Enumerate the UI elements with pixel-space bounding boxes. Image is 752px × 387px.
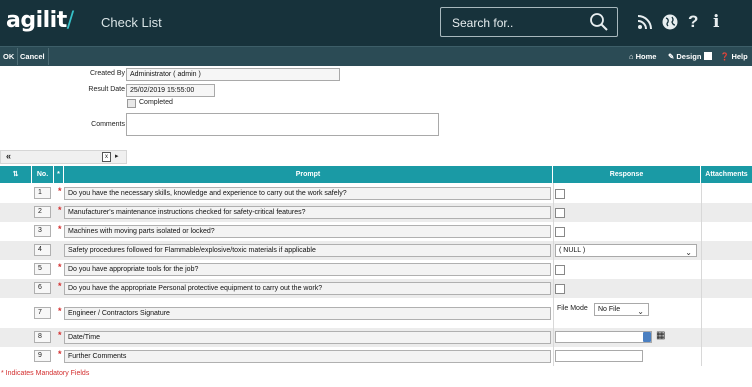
calendar-icon[interactable]: ▦ — [656, 330, 665, 341]
row-number: 1 — [34, 187, 51, 199]
home-button[interactable]: ⌂ Home — [629, 48, 656, 65]
mandatory-marker: * — [58, 205, 62, 215]
table-row: 5 * Do you have appropriate tools for the … — [0, 260, 752, 279]
row-number: 7 — [34, 307, 51, 319]
table-row: 8 * Date/Time ▦ — [0, 328, 752, 347]
action-toolbar: OK Cancel ⌂ Home ✎ Design ❓ Help — [0, 46, 752, 66]
search-input[interactable]: Search for.. — [452, 16, 513, 30]
globe-icon[interactable] — [661, 13, 679, 31]
table-row: 3 * Machines with moving parts isolated or… — [0, 222, 752, 241]
rss-icon[interactable] — [636, 13, 654, 31]
completed-label: Completed — [139, 99, 173, 106]
file-mode-label: File Mode — [557, 305, 588, 312]
row-number: 6 — [34, 282, 51, 294]
grid-toolbar: « x ▸ — [0, 150, 127, 164]
row-number: 2 — [34, 206, 51, 218]
table-row: 6 * Do you have the appropriate Personal p… — [0, 279, 752, 298]
response-select[interactable]: ( NULL ) ⌄ — [555, 244, 697, 257]
column-prompt[interactable]: Prompt — [64, 166, 553, 183]
response-select-value: ( NULL ) — [559, 247, 586, 254]
column-attachments[interactable]: Attachments — [701, 166, 752, 183]
chevron-down-icon: ⌄ — [685, 248, 692, 257]
app-header: agilit/ Check List Search for.. ? i — [0, 0, 752, 46]
row-number: 4 — [34, 244, 51, 256]
chevron-down-icon: ⌄ — [637, 307, 644, 316]
design-button[interactable]: ✎ Design — [668, 48, 712, 65]
mandatory-marker: * — [58, 262, 62, 272]
result-date-label: Result Date — [88, 86, 125, 93]
row-number: 5 — [34, 263, 51, 275]
column-divider — [701, 183, 702, 366]
created-by-field[interactable]: Administrator ( admin ) — [126, 68, 340, 81]
table-row: 2 * Manufacturer's maintenance instruction… — [0, 203, 752, 222]
cancel-button[interactable]: Cancel — [17, 48, 49, 65]
column-mandatory[interactable]: * — [54, 166, 64, 183]
home-icon: ⌂ — [629, 52, 634, 61]
wrench-icon: ✎ — [668, 52, 675, 61]
response-checkbox[interactable] — [555, 284, 565, 294]
mandatory-marker: * — [58, 186, 62, 196]
column-divider — [553, 183, 554, 366]
table-row: 9 * Further Comments — [0, 347, 752, 366]
prompt-text: Do you have the appropriate Personal pro… — [64, 282, 551, 295]
search-box[interactable]: Search for.. — [440, 7, 618, 37]
mandatory-marker: * — [58, 306, 62, 316]
prompt-text: Further Comments — [64, 350, 551, 363]
agility-logo[interactable]: agilit/ — [6, 8, 74, 33]
row-number: 9 — [34, 350, 51, 362]
search-icon[interactable] — [589, 12, 609, 32]
prompt-text: Machines with moving parts isolated or l… — [64, 225, 551, 238]
row-number: 8 — [34, 331, 51, 343]
completed-checkbox[interactable] — [127, 99, 136, 108]
response-checkbox[interactable] — [555, 227, 565, 237]
response-checkbox[interactable] — [555, 189, 565, 199]
ok-button[interactable]: OK — [0, 48, 19, 65]
prompt-text: Manufacturer's maintenance instructions … — [64, 206, 551, 219]
mandatory-marker: * — [58, 281, 62, 291]
export-menu-arrow-icon[interactable]: ▸ — [115, 152, 119, 160]
sort-icon[interactable]: ⇅ — [0, 166, 32, 183]
design-toggle-icon — [703, 52, 712, 60]
prompt-text: Engineer / Contractors Signature — [64, 307, 551, 320]
response-checkbox[interactable] — [555, 265, 565, 275]
created-by-label: Created By — [89, 70, 125, 77]
response-checkbox[interactable] — [555, 208, 565, 218]
table-row: 4 Safety procedures followed for Flammabl… — [0, 241, 752, 260]
spinner-icon[interactable] — [643, 332, 651, 342]
info-icon[interactable]: i — [713, 13, 731, 31]
prompt-text: Safety procedures followed for Flammable… — [64, 244, 551, 257]
column-no[interactable]: No. — [32, 166, 54, 183]
datetime-input[interactable] — [555, 331, 652, 343]
help-icon[interactable]: ? — [688, 13, 706, 31]
export-excel-icon[interactable]: x — [102, 152, 111, 162]
help-circle-icon: ❓ — [720, 52, 730, 61]
collapse-icon[interactable]: « — [6, 151, 11, 161]
help-button[interactable]: ❓ Help — [720, 48, 748, 65]
file-mode-value: No File — [598, 306, 621, 313]
prompt-text: Date/Time — [64, 331, 551, 344]
mandatory-marker: * — [58, 330, 62, 340]
file-mode-select[interactable]: No File ⌄ — [594, 303, 649, 316]
table-header: ⇅ No. * Prompt Response Attachments — [0, 166, 752, 183]
text-response-input[interactable] — [555, 350, 643, 362]
mandatory-note: * Indicates Mandatory Fields — [1, 370, 90, 377]
row-number: 3 — [34, 225, 51, 237]
table-row: 1 * Do you have the necessary skills, know… — [0, 183, 752, 203]
page-title: Check List — [101, 15, 162, 30]
table-row: 7 * Engineer / Contractors Signature File M… — [0, 298, 752, 328]
comments-field[interactable] — [126, 113, 439, 136]
result-date-field[interactable]: 25/02/2019 15:55:00 — [126, 84, 215, 97]
prompt-text: Do you have appropriate tools for the jo… — [64, 263, 551, 276]
mandatory-marker: * — [58, 224, 62, 234]
comments-label: Comments — [91, 121, 125, 128]
prompt-text: Do you have the necessary skills, knowle… — [64, 187, 551, 200]
mandatory-marker: * — [58, 349, 62, 359]
column-response[interactable]: Response — [553, 166, 701, 183]
